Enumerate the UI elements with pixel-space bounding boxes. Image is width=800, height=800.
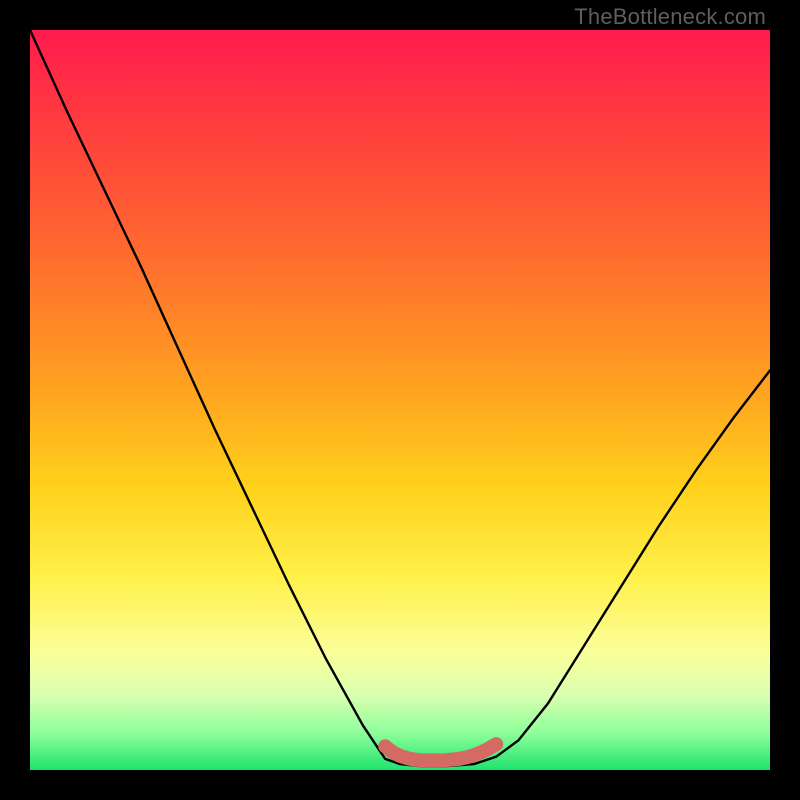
watermark-text: TheBottleneck.com <box>574 4 766 30</box>
plot-area <box>30 30 770 770</box>
chart-frame: TheBottleneck.com <box>0 0 800 800</box>
valley-marker <box>385 744 496 760</box>
bottleneck-curve <box>30 30 770 766</box>
curve-layer <box>30 30 770 770</box>
